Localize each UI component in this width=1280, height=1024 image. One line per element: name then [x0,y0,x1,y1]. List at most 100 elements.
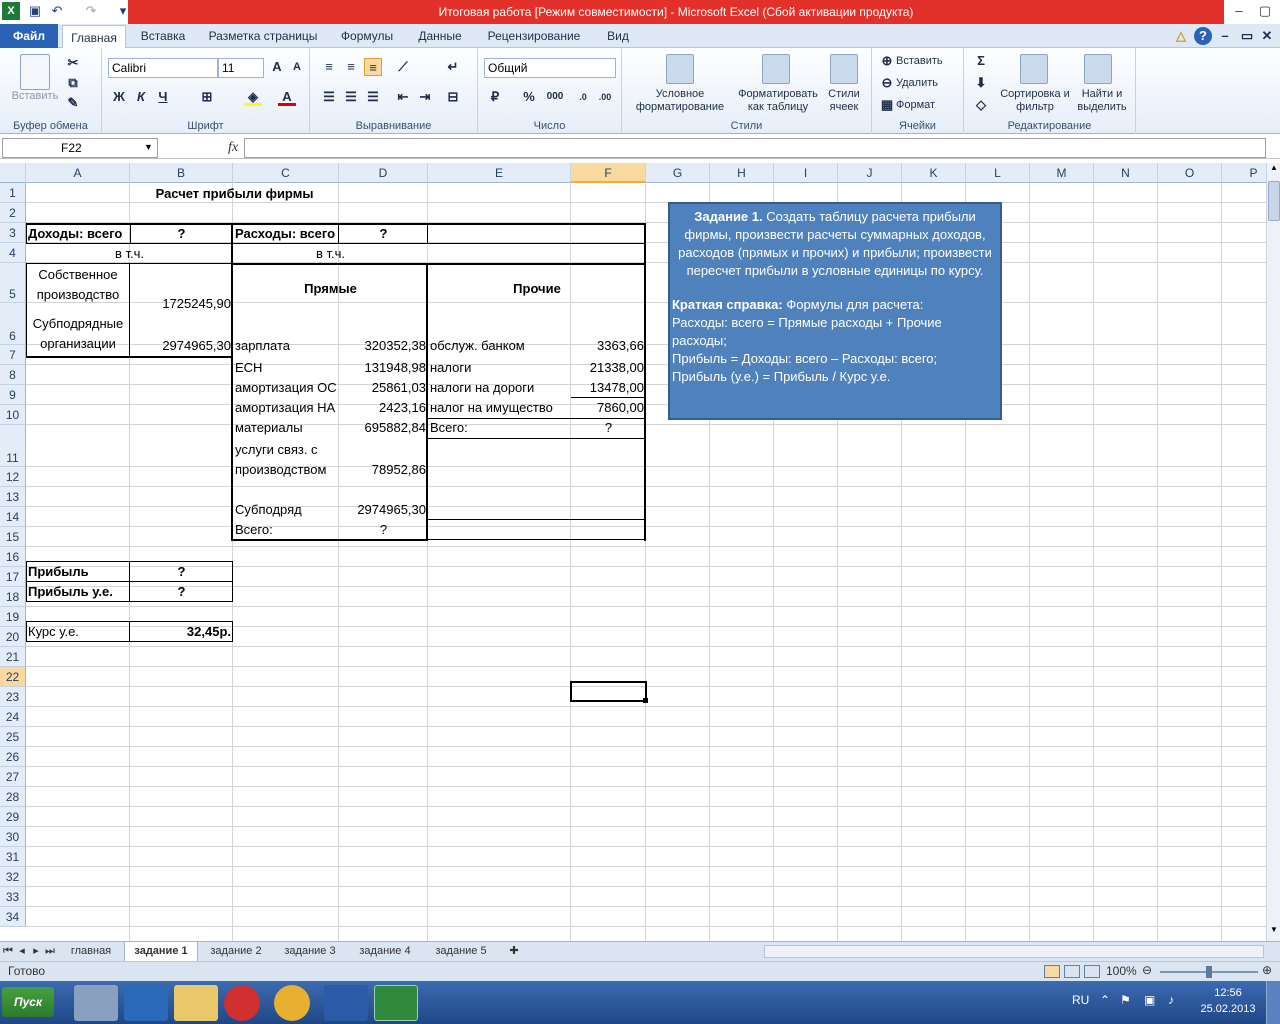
orientation-icon[interactable]: ⟋ [394,58,412,76]
cell-d6[interactable]: 320352,38 [339,336,428,356]
select-all-corner[interactable] [0,163,26,183]
insert-cells-button[interactable]: Вставить [896,55,943,68]
taskbar-chrome-icon[interactable] [274,985,310,1021]
col-header-m[interactable]: M [1030,163,1094,183]
cell-d13[interactable]: 2974965,30 [339,500,428,520]
col-header-n[interactable]: N [1094,163,1158,183]
tray-volume-icon[interactable]: ♪ [1168,993,1174,1007]
zoom-in-icon[interactable]: ⊕ [1262,963,1272,977]
conditional-format-icon[interactable] [666,54,694,84]
active-cell-f22[interactable] [570,681,647,702]
sort-filter-button[interactable]: Сортировка и фильтр [1000,88,1070,114]
tab-formulas[interactable]: Формулы [332,24,402,48]
sheet-tab-glavnaya[interactable]: главная [60,942,122,961]
zoom-out-icon[interactable]: ⊖ [1142,963,1152,977]
cell-c6[interactable]: зарплата [233,336,339,356]
cell-c13[interactable]: Субподряд [233,500,339,520]
col-header-d[interactable]: D [339,163,428,183]
align-right-icon[interactable]: ☰ [364,88,382,106]
align-left-icon[interactable]: ☰ [320,88,338,106]
taskbar-powershell-icon[interactable] [124,985,168,1021]
row-header[interactable]: 12 [0,467,26,487]
cell-c11a[interactable]: услуги связ. с [233,440,339,460]
zoom-slider-thumb[interactable] [1206,966,1212,978]
col-header-o[interactable]: O [1158,163,1222,183]
cell-d10[interactable]: 695882,84 [339,418,428,438]
cell-d9[interactable]: 2423,16 [339,398,428,418]
cell-d8[interactable]: 25861,03 [339,378,428,398]
bold-button[interactable]: Ж [110,88,128,106]
row-header[interactable]: 4 [0,243,26,263]
row-header[interactable]: 24 [0,707,26,727]
format-cells-button[interactable]: Формат [896,99,935,112]
copy-icon[interactable]: ⧉ [64,74,82,92]
row-header[interactable]: 13 [0,487,26,507]
last-sheet-icon[interactable]: ⏭ [44,942,56,961]
row-header[interactable]: 23 [0,687,26,707]
prev-sheet-icon[interactable]: ◂ [16,942,28,961]
align-center-icon[interactable]: ☰ [342,88,360,106]
language-indicator[interactable]: RU [1072,993,1089,1007]
doc-minimize-icon[interactable]: – [1216,27,1234,45]
sheet-tab-zadanie-4[interactable]: задание 4 [348,942,422,961]
row-header[interactable]: 34 [0,907,26,927]
cell-a17[interactable]: Прибыль у.е. [26,582,130,602]
excel-app-icon[interactable]: X [2,2,20,20]
zoom-level[interactable]: 100% [1106,964,1137,978]
col-header-e[interactable]: E [428,163,571,183]
cut-icon[interactable]: ✂ [64,54,82,72]
taskbar-opera-icon[interactable] [224,985,260,1021]
cell-e9[interactable]: налог на имущество [428,398,571,418]
cell-d11[interactable]: 78952,86 [339,460,428,480]
format-as-table-button[interactable]: Форматировать как таблицу [734,88,822,114]
redo-icon[interactable]: ↷ [82,2,100,20]
col-header-j[interactable]: J [838,163,902,183]
decrease-decimal-icon[interactable]: .00 [596,88,614,106]
tray-flag-icon[interactable]: ⚑ [1120,993,1131,1007]
clear-icon[interactable]: ◇ [972,96,990,114]
tab-view[interactable]: Вид [596,24,640,48]
find-select-icon[interactable] [1084,54,1112,84]
tab-review[interactable]: Рецензирование [478,24,590,48]
paste-button[interactable]: Вставить [6,90,64,103]
cell-e10[interactable]: Всего: [428,418,571,438]
row-header[interactable]: 15 [0,527,26,547]
taskbar-computer-icon[interactable] [74,985,118,1021]
col-header-g[interactable]: G [646,163,710,183]
cell-a3[interactable]: Доходы: всего [26,224,130,244]
scroll-thumb[interactable] [1268,181,1280,221]
start-button[interactable]: Пуск [2,987,54,1017]
fill-handle[interactable] [643,698,648,703]
col-header-b[interactable]: B [130,163,233,183]
row-header[interactable]: 20 [0,627,26,647]
cell-styles-button[interactable]: Стили ячеек [822,88,866,114]
cell-d3[interactable]: ? [339,224,428,244]
cell-c3[interactable]: Расходы: всего [233,224,339,244]
font-color-icon[interactable]: A [278,88,296,106]
row-header[interactable]: 10 [0,405,26,425]
tab-insert[interactable]: Вставка [132,24,194,48]
row-header[interactable]: 6 [0,303,26,345]
cell-c4[interactable]: в т.ч. [233,244,428,264]
cell-f8[interactable]: 13478,00 [571,378,646,398]
taskbar-word-icon[interactable] [324,985,368,1021]
name-box-dropdown-icon[interactable]: ▼ [144,142,153,152]
cell-d14[interactable]: ? [339,520,428,540]
col-header-f[interactable]: F [571,163,646,183]
sort-filter-icon[interactable] [1020,54,1048,84]
thousands-button[interactable]: 000 [542,88,568,106]
cell-a6[interactable]: Субподрядные организации [26,314,130,354]
row-header[interactable]: 27 [0,767,26,787]
next-sheet-icon[interactable]: ▸ [30,942,42,961]
maximize-button[interactable]: ▢ [1252,0,1278,22]
grow-font-icon[interactable]: A [268,58,286,76]
new-sheet-icon[interactable]: ✚ [504,942,524,961]
tab-page-layout[interactable]: Разметка страницы [200,24,326,48]
sheet-tab-zadanie-2[interactable]: задание 2 [200,942,272,961]
shrink-font-icon[interactable]: A [288,58,306,76]
merge-center-icon[interactable]: ⊟ [444,88,462,106]
page-layout-view-icon[interactable] [1064,965,1080,978]
row-header[interactable]: 31 [0,847,26,867]
cell-title[interactable]: Расчет прибыли фирмы [130,184,339,204]
row-header[interactable]: 32 [0,867,26,887]
